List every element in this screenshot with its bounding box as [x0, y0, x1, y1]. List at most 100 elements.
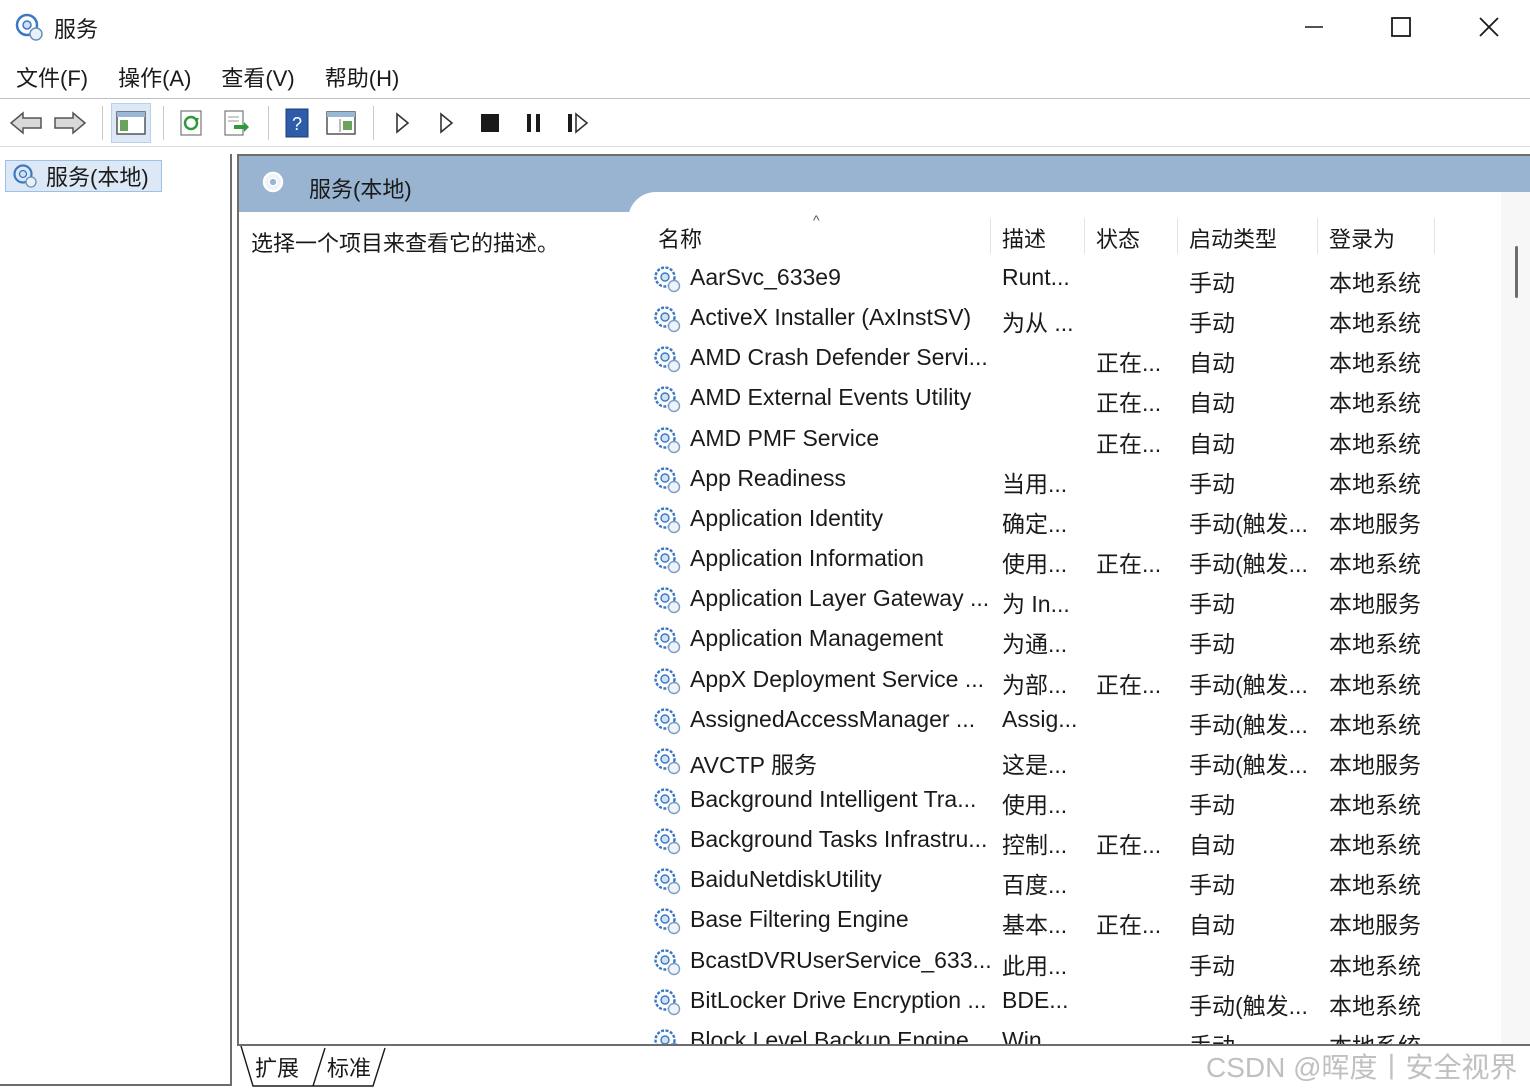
service-name: AMD PMF Service [690, 424, 880, 451]
pause-service-button[interactable] [514, 103, 554, 143]
service-logon-as: 本地系统 [1329, 671, 1421, 698]
back-button[interactable] [6, 103, 46, 143]
menu-separator [0, 98, 1530, 99]
column-divider[interactable] [1434, 218, 1435, 254]
minimize-button[interactable] [1270, 0, 1358, 54]
service-gear-icon [654, 507, 681, 534]
service-gear-icon [654, 306, 681, 333]
service-startup-type: 自动 [1189, 832, 1235, 859]
tree-item-label: 服务(本地) [46, 165, 149, 190]
service-name: BcastDVRUserService_633... [690, 946, 992, 973]
menu-help[interactable]: 帮助(H) [325, 61, 400, 93]
svg-text:?: ? [292, 114, 302, 134]
table-row[interactable]: ActiveX Installer (AxInstSV) 为从 ... 手动 本地系统 [628, 298, 1508, 338]
service-startup-type: 手动(触发... [1189, 671, 1308, 698]
refresh-button[interactable] [172, 103, 212, 143]
table-row[interactable]: BitLocker Drive Encryption ... BDE... 手动(触… [628, 981, 1508, 1021]
table-row[interactable]: BcastDVRUserService_633... 此用... 手动 本地系统 [628, 941, 1508, 981]
column-divider[interactable] [1317, 218, 1318, 254]
service-startup-type: 自动 [1189, 350, 1235, 377]
table-row[interactable]: AMD Crash Defender Servi... 正在... 自动 本地系统 [628, 338, 1508, 378]
service-description: BDE... [1002, 986, 1069, 1013]
table-row[interactable]: AarSvc_633e9 Runt... 手动 本地系统 [628, 258, 1508, 298]
start-service-alt-button[interactable] [426, 103, 466, 143]
play-outline-icon [440, 112, 454, 134]
close-button[interactable] [1445, 0, 1530, 54]
show-hide-console-tree-button[interactable] [111, 103, 151, 143]
services-rows: AarSvc_633e9 Runt... 手动 本地系统 ActiveX Install… [628, 258, 1508, 1046]
service-logon-as: 本地服务 [1329, 751, 1421, 778]
table-row[interactable]: AppX Deployment Service ... 为部... 正在... 手动(… [628, 660, 1508, 700]
table-row[interactable]: Application Layer Gateway ... 为 In... 手动 本地… [628, 579, 1508, 619]
table-row[interactable]: Background Intelligent Tra... 使用... 手动 本地系统 [628, 780, 1508, 820]
tree-item-services-local[interactable]: 服务(本地) [5, 160, 162, 192]
window-title: 服务 [54, 17, 99, 42]
help-button[interactable]: ? [277, 103, 317, 143]
toolbar-separator [102, 106, 103, 140]
table-row[interactable]: AMD PMF Service 正在... 自动 本地系统 [628, 419, 1508, 459]
service-name: Application Identity [690, 504, 884, 531]
console-tree-icon [116, 111, 146, 135]
table-row[interactable]: AVCTP 服务 这是... 手动(触发... 本地服务 [628, 740, 1508, 780]
tab-extended[interactable]: 扩展 [241, 1048, 313, 1086]
service-startup-type: 手动(触发... [1189, 551, 1308, 578]
menu-view[interactable]: 查看(V) [221, 61, 294, 93]
properties-icon [326, 111, 356, 135]
stop-service-button[interactable] [470, 103, 510, 143]
service-startup-type: 自动 [1189, 912, 1235, 939]
services-gear-icon [13, 164, 37, 188]
table-row[interactable]: App Readiness 当用... 手动 本地系统 [628, 459, 1508, 499]
service-startup-type: 手动 [1189, 591, 1235, 618]
service-gear-icon [654, 587, 681, 614]
table-row[interactable]: Application Identity 确定... 手动(触发... 本地服务 [628, 499, 1508, 539]
service-startup-type: 手动 [1189, 952, 1235, 979]
export-list-button[interactable] [216, 103, 256, 143]
service-name: BaiduNetdiskUtility [690, 866, 882, 893]
table-row[interactable]: Application Information 使用... 正在... 手动(触发..… [628, 539, 1508, 579]
service-logon-as: 本地系统 [1329, 390, 1421, 417]
service-gear-icon [654, 908, 681, 935]
service-startup-type: 手动(触发... [1189, 992, 1308, 1019]
table-row[interactable]: AssignedAccessManager ... Assig... 手动(触发..… [628, 700, 1508, 740]
resume-icon [568, 112, 589, 134]
table-row[interactable]: AMD External Events Utility 正在... 自动 本地系统 [628, 378, 1508, 418]
play-icon [396, 112, 410, 134]
table-row[interactable]: BaiduNetdiskUtility 百度... 手动 本地系统 [628, 860, 1508, 900]
menu-file[interactable]: 文件(F) [16, 61, 88, 93]
column-header-logon-as[interactable]: 登录为 [1329, 222, 1395, 254]
service-status: 正在... [1096, 430, 1162, 457]
service-gear-icon [654, 426, 681, 453]
service-description: 使用... [1002, 551, 1068, 578]
service-gear-icon [654, 346, 681, 373]
column-divider[interactable] [1084, 218, 1085, 254]
column-header-startup-type[interactable]: 启动类型 [1189, 222, 1277, 254]
service-logon-as: 本地系统 [1329, 631, 1421, 658]
resume-service-button[interactable] [558, 103, 598, 143]
service-logon-as: 本地系统 [1329, 270, 1421, 296]
table-row[interactable]: Application Management 为通... 手动 本地系统 [628, 619, 1508, 659]
tab-standard[interactable]: 标准 [313, 1048, 385, 1086]
service-name: AMD Crash Defender Servi... [690, 344, 988, 371]
column-divider[interactable] [1177, 218, 1178, 254]
forward-button[interactable] [50, 103, 90, 143]
service-gear-icon [654, 547, 681, 574]
service-logon-as: 本地系统 [1329, 711, 1421, 738]
table-row[interactable]: Base Filtering Engine 基本... 正在... 自动 本地服务 [628, 900, 1508, 940]
service-logon-as: 本地系统 [1329, 470, 1421, 497]
table-row[interactable]: Background Tasks Infrastru... 控制... 正在... 自… [628, 820, 1508, 860]
scrollbar-thumb[interactable] [1515, 246, 1518, 298]
vertical-scrollbar[interactable] [1501, 192, 1530, 1046]
column-divider[interactable] [990, 218, 991, 254]
maximize-button[interactable] [1357, 0, 1445, 54]
service-description: 确定... [1002, 510, 1068, 537]
properties-button[interactable] [321, 103, 361, 143]
service-name: AVCTP 服务 [690, 751, 817, 778]
column-header-name[interactable]: 名称 [658, 222, 702, 254]
column-header-description[interactable]: 描述 [1002, 222, 1046, 254]
column-header-status[interactable]: 状态 [1096, 222, 1140, 254]
menu-action[interactable]: 操作(A) [118, 61, 191, 93]
table-row[interactable]: Block Level Backup Engine ... Win... 手动 本地系… [628, 1021, 1508, 1046]
service-name: Application Management [690, 625, 944, 652]
help-book-icon: ? [285, 108, 309, 138]
start-service-button[interactable] [382, 103, 422, 143]
